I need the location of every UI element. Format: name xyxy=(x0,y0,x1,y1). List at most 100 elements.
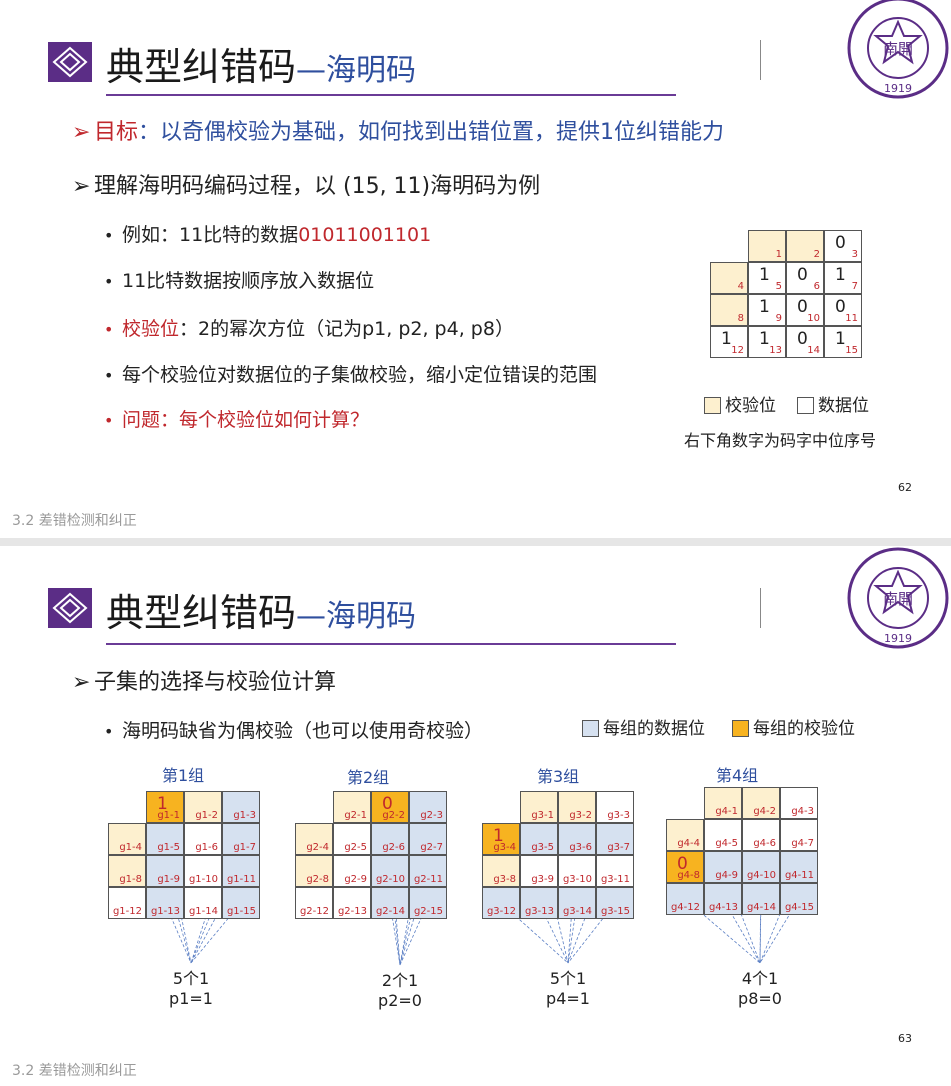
bit-position: 6 xyxy=(813,281,820,292)
bit-value: 1 xyxy=(835,265,846,285)
bit-position: g1-7 xyxy=(233,842,256,853)
bit-position: g1-15 xyxy=(226,906,256,917)
bit-position: g4-12 xyxy=(670,902,700,913)
bit-cell-g1-10: g1-10 xyxy=(184,855,222,887)
bit-cell-g1-11: g1-11 xyxy=(222,855,260,887)
bit-position: g2-14 xyxy=(375,906,405,917)
bit-position: g1-6 xyxy=(195,842,218,853)
bit-cell-g2-8: g2-8 xyxy=(295,855,333,887)
bit-value: 1 xyxy=(721,329,732,349)
bit-position: g2-11 xyxy=(413,874,443,885)
bit-cell-g1-6: g1-6 xyxy=(184,823,222,855)
bit-position: g2-8 xyxy=(306,874,329,885)
parity-result: p2=0 xyxy=(378,991,422,1010)
bit-position: g1-3 xyxy=(233,810,256,821)
footer: 3.2 差错检测和纠正 xyxy=(12,513,137,529)
bit-cell-g4-1: g4-1 xyxy=(704,787,742,819)
bit-position: g2-2 xyxy=(382,810,405,821)
bit-position: g1-8 xyxy=(119,874,142,885)
bit-cell-g2-5: g2-5 xyxy=(333,823,371,855)
bit-cell-g3-8: g3-8 xyxy=(482,855,520,887)
bit-cell-9: 19 xyxy=(748,294,786,326)
bit-value: 0 xyxy=(797,329,808,349)
parity-result: p1=1 xyxy=(169,989,213,1008)
bit-position: g2-1 xyxy=(344,810,367,821)
bit-position: g2-10 xyxy=(375,874,405,885)
bit-cell-g3-9: g3-9 xyxy=(520,855,558,887)
bit-position: 7 xyxy=(851,281,858,292)
bit-position: 8 xyxy=(737,313,744,324)
bit-cell-g2-14: g2-14 xyxy=(371,887,409,919)
bit-cell-g2-4: g2-4 xyxy=(295,823,333,855)
bit-cell-g1-14: g1-14 xyxy=(184,887,222,919)
bit-position: g1-14 xyxy=(188,906,218,917)
bit-position: g3-15 xyxy=(600,906,630,917)
bit-cell-g4-2: g4-2 xyxy=(742,787,780,819)
bit-cell-15: 1 15 xyxy=(824,326,862,358)
bit-cell-g2-11: g2-11 xyxy=(409,855,447,887)
bit-cell-g2-2: 0 g2-2 xyxy=(371,791,409,823)
bit-position: g3-3 xyxy=(607,810,630,821)
sub-bullet-place: • 11比特数据按顺序放入数据位 xyxy=(104,270,375,292)
ones-count: 5个1 xyxy=(172,969,210,988)
bit-position: g3-7 xyxy=(607,842,630,853)
bit-value: 0 xyxy=(797,297,808,317)
bit-cell-g4-5: g4-5 xyxy=(704,819,742,851)
sub-bullet-question: • 问题：每个校验位如何计算？ xyxy=(104,409,370,431)
bit-value: 1 xyxy=(835,329,846,349)
bit-cell-g1-9: g1-9 xyxy=(146,855,184,887)
bit-position: g3-13 xyxy=(524,906,554,917)
data-swatch-icon xyxy=(797,397,814,414)
bit-value: 1 xyxy=(759,329,770,349)
bit-cell-2: 2 xyxy=(786,230,824,262)
bit-cell-g3-15: g3-15 xyxy=(596,887,634,919)
bit-cell-g1-1: 1 g1-1 xyxy=(146,791,184,823)
bit-cell-g1-12: g1-12 xyxy=(108,887,146,919)
bit-cell-g1-7: g1-7 xyxy=(222,823,260,855)
bit-cell-g3-7: g3-7 xyxy=(596,823,634,855)
slide-separator xyxy=(0,538,951,546)
legend-parity: 校验位 xyxy=(704,391,776,416)
bit-cell-g1-15: g1-15 xyxy=(222,887,260,919)
bit-position: g4-14 xyxy=(746,902,776,913)
sub-bullet-parity: • 校验位：2的幂次方位（记为p1, p2, p4, p8） xyxy=(104,318,514,340)
bit-cell-g4-14: g4-14 xyxy=(742,883,780,915)
bit-cell-g4-15: g4-15 xyxy=(780,883,818,915)
bit-position: g3-6 xyxy=(569,842,592,853)
bit-position: 3 xyxy=(851,249,858,260)
bit-cell-g2-9: g2-9 xyxy=(333,855,371,887)
svg-text:1919: 1919 xyxy=(884,82,912,95)
bit-position: g1-1 xyxy=(157,810,180,821)
bit-position: g2-5 xyxy=(344,842,367,853)
bit-position: 12 xyxy=(731,345,744,356)
bit-position: g2-3 xyxy=(420,810,443,821)
bit-cell-g4-12: g4-12 xyxy=(666,883,704,915)
bullet-understand: ➢ 理解海明码编码过程，以 (15, 11)海明码为例 xyxy=(72,174,541,199)
bit-cell-g3-13: g3-13 xyxy=(520,887,558,919)
bit-position: g4-3 xyxy=(791,806,814,817)
group-result: 5个1 p4=1 xyxy=(528,969,608,1009)
bit-cell-g2-3: g2-3 xyxy=(409,791,447,823)
bit-cell-g2-6: g2-6 xyxy=(371,823,409,855)
bit-cell-11: 0 11 xyxy=(824,294,862,326)
parity-result: p4=1 xyxy=(546,989,590,1008)
bit-cell-g4-6: g4-6 xyxy=(742,819,780,851)
footer: 3.2 差错检测和纠正 xyxy=(12,1063,137,1079)
bit-position: g1-4 xyxy=(119,842,142,853)
bit-value: 0 xyxy=(835,233,846,253)
bit-position: g3-9 xyxy=(531,874,554,885)
bit-position: g1-10 xyxy=(188,874,218,885)
bit-position: g1-12 xyxy=(112,906,142,917)
parity-result: p8=0 xyxy=(738,989,782,1008)
sub-bullet-subset: • 每个校验位对数据位的子集做校验，缩小定位错误的范围 xyxy=(104,364,598,386)
bit-position: g2-13 xyxy=(337,906,367,917)
slide-63: 典型纠错码—海明码 南開 1919 ➢ 子集的选择与校验位计算 • 海明码缺省为偶校… xyxy=(0,546,951,1086)
bit-position: g4-9 xyxy=(715,870,738,881)
bit-position: g4-15 xyxy=(784,902,814,913)
bit-cell-g2-10: g2-10 xyxy=(371,855,409,887)
bit-cell-g4-11: g4-11 xyxy=(780,851,818,883)
bit-position: g3-10 xyxy=(562,874,592,885)
bit-cell-13: 1 13 xyxy=(748,326,786,358)
bit-position: g4-7 xyxy=(791,838,814,849)
legend-data: 数据位 xyxy=(797,391,869,416)
